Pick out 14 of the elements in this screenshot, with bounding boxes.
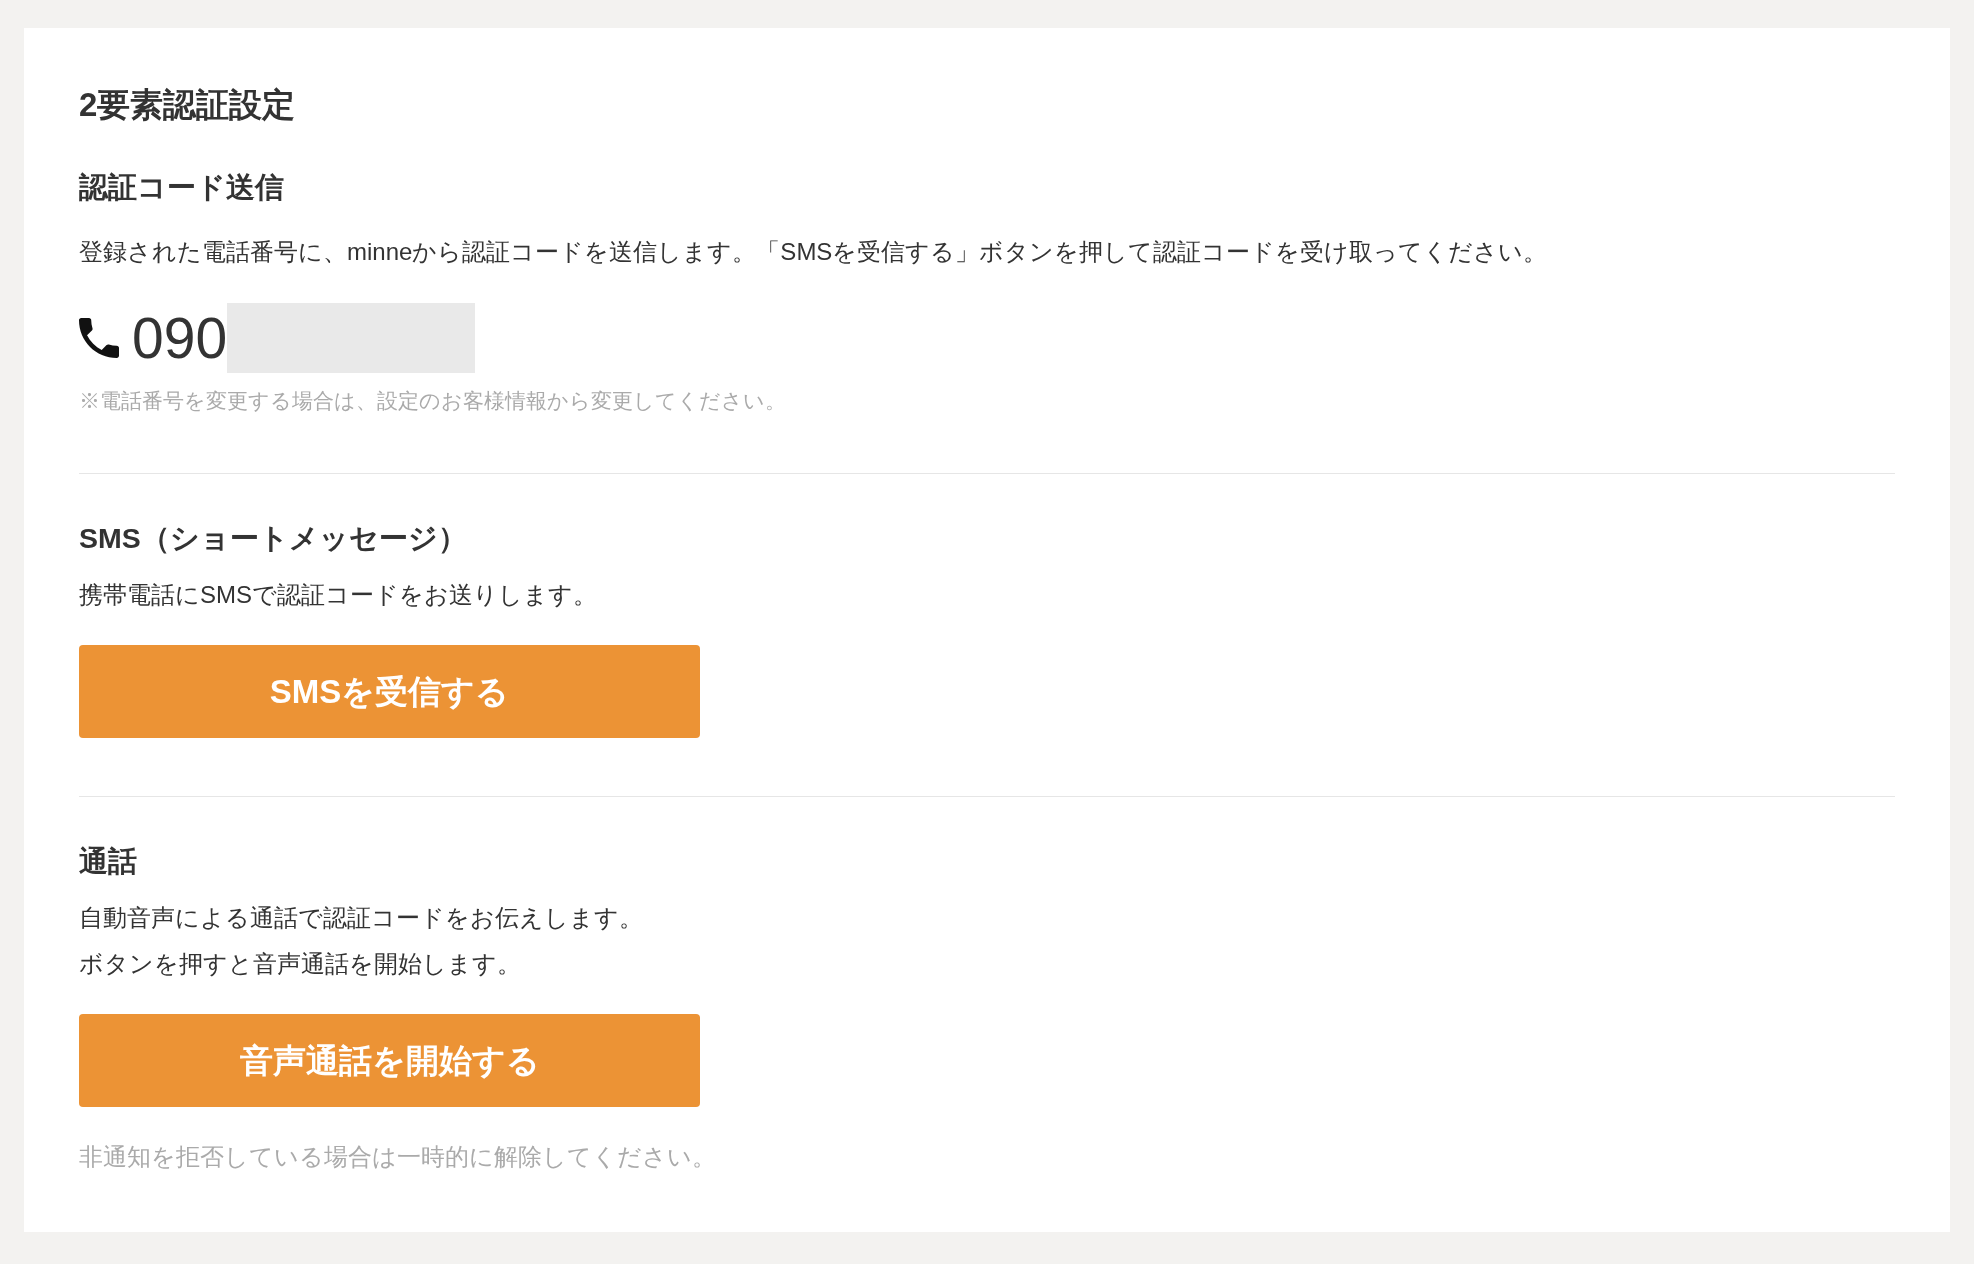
section-heading: 通話 <box>79 844 138 879</box>
action-button[interactable]: SMSを受信する <box>79 645 700 738</box>
note-text: 非通知を拒否している場合は一時的に解除してください。 <box>79 1142 717 1172</box>
description-text: 携帯電話にSMSで認証コードをお送りします。 <box>79 580 598 610</box>
phone-icon <box>79 318 119 358</box>
section-heading: 認証コード送信 <box>79 170 285 205</box>
note-text: ※電話番号を変更する場合は、設定のお客様情報から変更してください。 <box>79 388 787 414</box>
description-text: 自動音声による通話で認証コードをお伝えします。 <box>79 903 644 933</box>
phone-number: 090 <box>132 305 228 372</box>
action-button[interactable]: 音声通話を開始する <box>79 1014 700 1107</box>
section-heading: SMS（ショートメッセージ） <box>79 521 468 556</box>
description-text: 登録された電話番号に、minneから認証コードを送信します。「SMSを受信する」ボタンを押して認証コードを受け取ってください。 <box>79 237 1549 267</box>
description-text: ボタンを押すと音声通話を開始します。 <box>79 949 522 979</box>
page-title: 2要素認証設定 <box>79 85 297 125</box>
